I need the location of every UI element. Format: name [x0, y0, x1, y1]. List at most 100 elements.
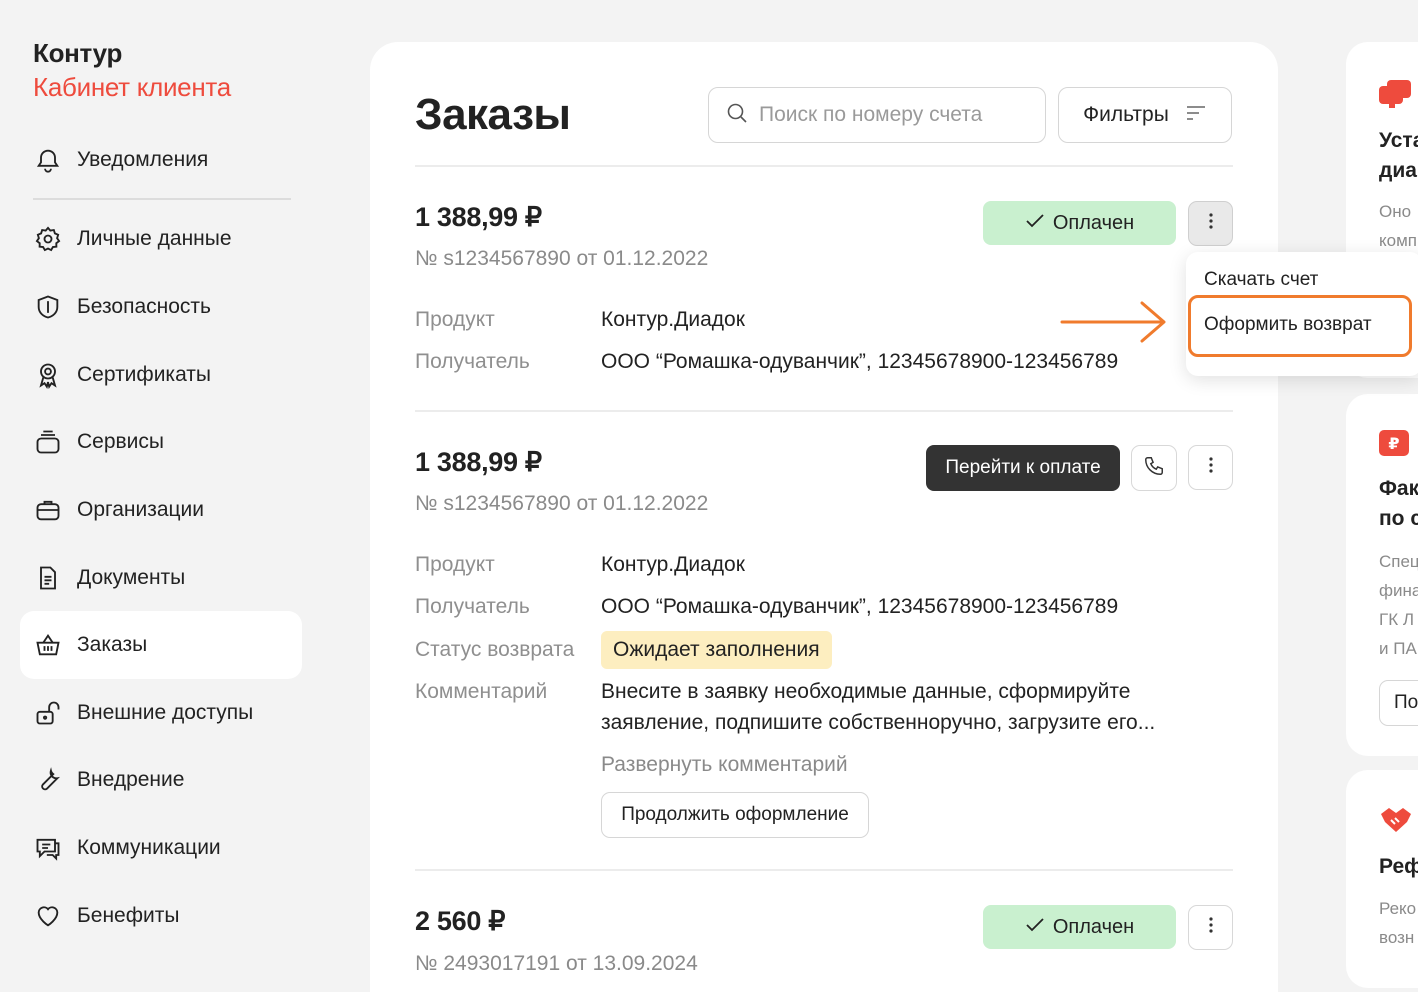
expand-comment-link[interactable]: Развернуть комментарий [601, 753, 848, 777]
sidebar-item-label: Сервисы [77, 430, 165, 453]
kebab-menu-icon [1208, 916, 1214, 939]
promo-text-line: Оно [1379, 202, 1412, 221]
basket-icon [33, 630, 63, 660]
promo-text-line: фина [1379, 581, 1418, 600]
check-icon [1025, 212, 1045, 235]
page-title: Заказы [415, 90, 571, 139]
promo-card[interactable]: ₽ Фак по с Спец фина ГК Л и ПА По [1346, 394, 1418, 756]
order-amount: 1 388,99 ₽ [415, 202, 542, 232]
promo-card[interactable]: Реф Реко возн [1346, 770, 1418, 988]
menu-item-issue-refund[interactable]: Оформить возврат [1204, 314, 1372, 336]
sidebar-item-label: Коммуникации [77, 836, 221, 859]
monitor-icon [1379, 80, 1413, 115]
promo-text: Оно комп [1379, 197, 1417, 255]
sidebar-item-communications[interactable]: Коммуникации [20, 814, 302, 882]
status-label: Оплачен [1052, 915, 1135, 938]
comment-text: Внесите в заявку необходимые данные, сфо… [601, 676, 1201, 738]
promo-text-line: возн [1379, 928, 1415, 947]
promo-text-line: ГК Л [1379, 610, 1414, 629]
promo-title: Фак по с [1379, 474, 1418, 534]
recipient-value: ООО “Ромашка-одуванчик”, 12345678900-123… [601, 350, 1119, 373]
orders-panel: Заказы Фильтры 1 388,99 ₽ № s1234567890 … [370, 42, 1278, 992]
return-status-label: Статус возврата [415, 638, 575, 661]
sidebar-item-services[interactable]: Сервисы [20, 408, 302, 476]
promo-text-line: комп [1379, 231, 1417, 250]
promo-title-line: по с [1379, 507, 1418, 530]
sidebar-item-personal-data[interactable]: Личные данные [20, 205, 302, 273]
sidebar-item-label: Организации [77, 498, 205, 521]
order-actions-menu: Скачать счет Оформить возврат [1186, 252, 1418, 376]
sidebar-item-label: Внедрение [77, 768, 185, 791]
nav-divider [33, 198, 291, 200]
product-value: Контур.Диадок [601, 553, 745, 576]
status-label: Оплачен [1052, 211, 1135, 234]
sidebar-item-label: Документы [77, 566, 186, 589]
svg-text:₽: ₽ [1388, 434, 1399, 453]
promo-button[interactable]: По [1379, 680, 1418, 726]
filter-lines-icon [1185, 103, 1207, 128]
search-box[interactable] [708, 87, 1046, 143]
product-value: Контур.Диадок [601, 308, 745, 331]
brand-subtitle: Кабинет клиента [33, 72, 231, 102]
certificate-icon [33, 360, 63, 390]
order-amount: 1 388,99 ₽ [415, 447, 542, 477]
promo-text-line: и ПА [1379, 639, 1417, 658]
promo-title: Реф [1379, 855, 1418, 878]
filters-label: Фильтры [1083, 103, 1169, 126]
promo-text-line: Реко [1379, 899, 1417, 918]
divider [415, 165, 1233, 167]
promo-text: Спец фина ГК Л и ПА [1379, 547, 1418, 663]
filters-button[interactable]: Фильтры [1058, 87, 1232, 143]
sidebar-item-security[interactable]: Безопасность [20, 273, 302, 341]
sidebar-item-external-access[interactable]: Внешние доступы [20, 679, 302, 747]
search-icon [725, 101, 749, 130]
recipient-label: Получатель [415, 595, 530, 618]
menu-item-download-invoice[interactable]: Скачать счет [1204, 269, 1318, 291]
promo-title-line: диа [1379, 159, 1417, 182]
sidebar-item-label: Уведомления [77, 148, 209, 171]
gear-icon [33, 224, 63, 254]
comment-label: Комментарий [415, 680, 548, 703]
arrow-right-icon [1060, 297, 1170, 352]
phone-icon [1143, 455, 1165, 482]
promo-text-line: Спец [1379, 552, 1418, 571]
more-actions-button[interactable] [1188, 445, 1233, 490]
divider [415, 869, 1233, 871]
more-actions-button[interactable] [1188, 905, 1233, 950]
sidebar-item-benefits[interactable]: Бенефиты [20, 882, 302, 950]
product-label: Продукт [415, 308, 495, 331]
handshake-icon [1379, 806, 1413, 839]
promo-text: Реко возн [1379, 894, 1416, 952]
sidebar-item-orders[interactable]: Заказы [20, 611, 302, 679]
wrench-icon [33, 765, 63, 795]
continue-registration-button[interactable]: Продолжить оформление [601, 792, 869, 838]
promo-title-line: Уста [1379, 129, 1418, 152]
order-number: № 2493017191 от 13.09.2024 [415, 952, 698, 975]
go-to-payment-button[interactable]: Перейти к оплате [926, 445, 1120, 491]
sidebar-item-organizations[interactable]: Организации [20, 476, 302, 544]
order-amount: 2 560 ₽ [415, 906, 506, 936]
more-actions-button[interactable] [1188, 201, 1233, 246]
bell-icon [33, 145, 63, 175]
divider [415, 410, 1233, 412]
sidebar-item-label: Сертификаты [77, 363, 211, 386]
sidebar-item-documents[interactable]: Документы [20, 544, 302, 612]
sidebar-item-certificates[interactable]: Сертификаты [20, 341, 302, 409]
promo-title-line: Фак [1379, 477, 1418, 500]
search-input[interactable] [759, 103, 1029, 127]
shield-icon [33, 292, 63, 322]
promo-title: Уста диа [1379, 126, 1418, 186]
sidebar-item-label: Внешние доступы [77, 701, 254, 724]
heart-icon [33, 901, 63, 931]
sidebar-item-notifications[interactable]: Уведомления [20, 126, 302, 200]
chat-icon [33, 833, 63, 863]
document-icon [33, 563, 63, 593]
status-badge-paid: Оплачен [983, 201, 1176, 245]
call-button[interactable] [1131, 445, 1177, 491]
sidebar-item-implementation[interactable]: Внедрение [20, 746, 302, 814]
services-icon [33, 427, 63, 457]
comment-line: заявление, подпишите собственноручно, за… [601, 711, 1156, 734]
comment-line: Внесите в заявку необходимые данные, сфо… [601, 680, 1131, 703]
brand-title: Контур [33, 38, 123, 68]
sidebar-item-label: Бенефиты [77, 904, 180, 927]
